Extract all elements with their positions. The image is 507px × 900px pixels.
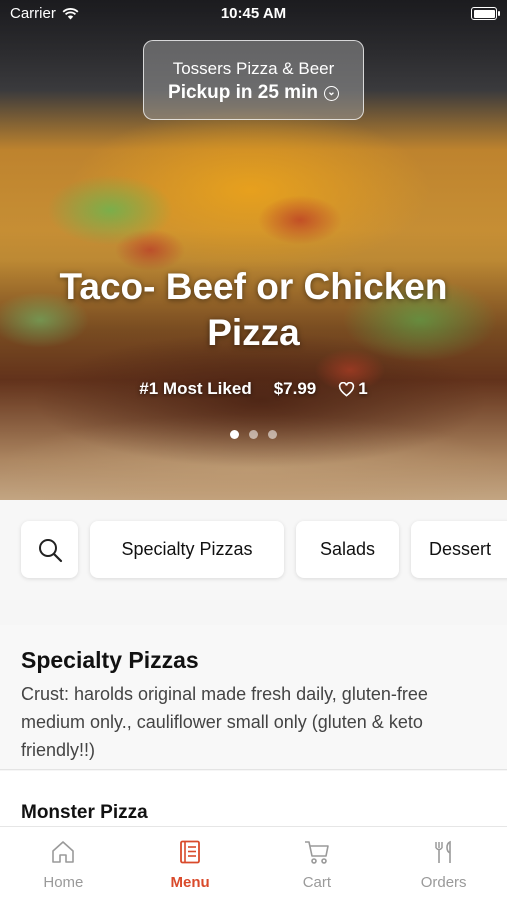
search-button[interactable]: [21, 521, 78, 578]
orders-icon: [434, 840, 451, 863]
menu-item-name: Monster Pizza: [21, 802, 148, 823]
tab-cart-label: Cart: [302, 874, 332, 891]
carousel-dot[interactable]: [230, 430, 239, 439]
tab-menu-label: Menu: [170, 874, 210, 891]
home-icon: [52, 841, 75, 863]
featured-likes[interactable]: 1: [338, 379, 368, 399]
category-chip-specialty-pizzas[interactable]: Specialty Pizzas: [90, 521, 284, 578]
likes-count: 1: [358, 379, 368, 398]
carousel-dot[interactable]: [268, 430, 277, 439]
battery-icon: [471, 7, 500, 20]
tab-home[interactable]: Home: [0, 827, 127, 900]
tab-home-label: Home: [43, 874, 84, 891]
tab-cart[interactable]: Cart: [254, 827, 381, 900]
status-bar: Carrier 10:45 AM: [0, 0, 507, 28]
category-chip-salads[interactable]: Salads: [296, 521, 399, 578]
chevron-down-icon: ⌄: [323, 85, 339, 101]
featured-item-title: Taco- Beef or Chicken Pizza: [59, 266, 448, 353]
menu-icon: [180, 840, 201, 864]
status-time: 10:45 AM: [220, 5, 287, 22]
menu-section: Specialty Pizzas Crust: harolds original…: [0, 625, 507, 770]
pickup-selector[interactable]: Tossers Pizza & Beer Pickup in 25 min ⌄: [143, 40, 364, 120]
tab-orders-label: Orders: [420, 874, 467, 891]
section-description: Crust: harolds original made fresh daily…: [21, 684, 428, 760]
cart-icon: [304, 841, 329, 864]
search-icon: [38, 538, 62, 562]
pickup-time-label: Pickup in 25 min: [168, 82, 318, 103]
section-title: Specialty Pizzas: [21, 647, 199, 673]
tab-bar: Home Menu Cart Orders: [0, 826, 507, 900]
featured-item-meta: #1 Most Liked $7.99 1: [0, 379, 507, 399]
carousel-pagination: [0, 430, 507, 439]
menu-item[interactable]: Monster Pizza: [0, 771, 507, 831]
tab-menu[interactable]: Menu: [127, 827, 254, 900]
carousel-dot[interactable]: [249, 430, 258, 439]
category-chip-dessert[interactable]: Dessert: [411, 521, 507, 578]
pickup-time: Pickup in 25 min ⌄: [144, 82, 363, 104]
category-bar: Specialty Pizzas Salads Dessert: [0, 500, 507, 600]
heart-icon: [339, 381, 355, 397]
featured-rank: #1 Most Liked: [139, 379, 252, 398]
store-name: Tossers Pizza & Beer: [172, 59, 335, 78]
featured-price: $7.99: [273, 379, 317, 398]
tab-orders[interactable]: Orders: [380, 827, 507, 900]
